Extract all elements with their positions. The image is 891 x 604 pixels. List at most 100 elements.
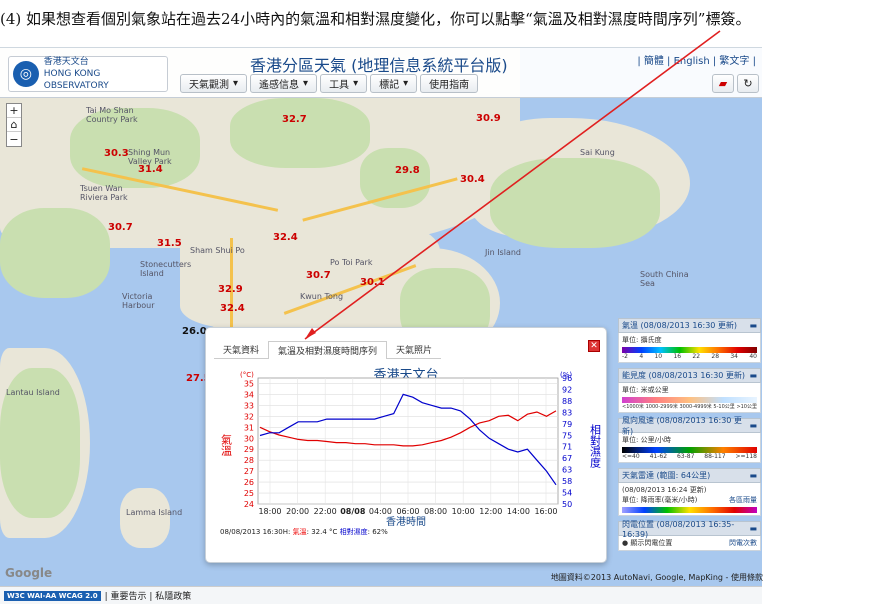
place-label: Po Toi Park [330, 258, 373, 267]
language-links[interactable]: | 簡體 | English | 繁文字 | [637, 52, 756, 67]
home-icon[interactable]: ⌂ [7, 118, 21, 132]
right-tick-label: 75 [562, 431, 572, 440]
menu-weather-obs[interactable]: 天氣觀測 ▾ [180, 74, 248, 93]
scale-tick-label: 34 [730, 353, 738, 360]
collapse-icon[interactable]: ▬ [749, 471, 757, 480]
right-unit-label: (%) [560, 371, 572, 379]
collapse-icon[interactable]: ▬ [749, 321, 757, 330]
tab-temp-rh-series[interactable]: 氣溫及相對濕度時間序列 [268, 341, 388, 359]
chevron-down-icon: ▾ [303, 78, 309, 89]
app-header: ◎ 香港天文台 HONG KONG OBSERVATORY 香港分區天氣 (地理… [0, 48, 762, 98]
x-tick-label: 06:00 [396, 507, 419, 516]
temp-label[interactable]: 32.9 [218, 284, 243, 295]
tab-weather-data[interactable]: 天氣資料 [214, 341, 269, 359]
close-icon[interactable]: ✕ [588, 340, 600, 352]
temp-label[interactable]: 30.9 [476, 113, 501, 124]
zoom-in-icon[interactable]: + [7, 104, 21, 118]
collapse-icon[interactable]: ▬ [749, 371, 757, 380]
x-tick-label: 20:00 [286, 507, 309, 516]
radar-color-scale [622, 507, 757, 513]
tab-weather-photos[interactable]: 天氣照片 [387, 341, 442, 359]
zoom-out-icon[interactable]: − [7, 132, 21, 146]
logo-cn-text: 香港天文台 [43, 57, 89, 67]
park-area-7 [360, 148, 430, 208]
refresh-button[interactable]: ↻ [737, 74, 759, 93]
place-label: Jin Island [485, 248, 521, 257]
temp-label[interactable]: 29.8 [395, 165, 420, 176]
temp-rh-chart: 香港天文台24252627282930313233343550545863677… [220, 368, 602, 528]
temp-label[interactable]: 30.7 [306, 270, 331, 281]
right-tick-label: 67 [562, 454, 572, 463]
legend-panel: 氣溫 (08/08/2013 16:30 更新) ▬ 單位: 攝氏度 -2 4 10 1… [618, 318, 761, 551]
left-unit-label: (°C) [240, 371, 254, 379]
temp-label[interactable]: 32.4 [220, 303, 245, 314]
left-tick-label: 29 [244, 445, 254, 454]
zoom-control: + ⌂ − [6, 103, 22, 147]
refresh-icon: ↻ [743, 77, 753, 90]
legend-unit: 單位: 降雨率(毫米/小時) [622, 496, 698, 504]
menu-markers[interactable]: 標記 ▾ [370, 74, 418, 93]
scale-tick-label: 63-87 [676, 453, 695, 460]
hko-logo-icon: ◎ [13, 61, 39, 87]
right-tick-label: 88 [562, 397, 572, 406]
scale-tick-label: 5-10公里 [713, 404, 735, 410]
left-tick-label: 33 [244, 401, 254, 410]
left-tick-label: 30 [244, 434, 254, 443]
left-tick-label: 24 [244, 500, 254, 509]
temp-label[interactable]: 30.7 [108, 222, 133, 233]
main-menu: 天氣觀測 ▾ 遙感信息 ▾ 工具 ▾ 標記 ▾ 使用指南 [180, 74, 479, 93]
temp-label[interactable]: 31.5 [157, 238, 182, 249]
temp-label[interactable]: 30.4 [460, 174, 485, 185]
menu-user-guide[interactable]: 使用指南 [420, 74, 479, 93]
district-rainfall-link[interactable]: 各區雨量 [729, 495, 757, 505]
eraser-icon: ▰ [718, 77, 728, 90]
collapse-icon[interactable]: ▬ [749, 524, 757, 533]
legend-title: 氣溫 (08/08/2013 16:30 更新) [622, 321, 738, 330]
scale-tick-label: 10 [654, 353, 663, 360]
clear-map-button[interactable]: ▰ [712, 74, 734, 93]
place-label: Tai Mo Shan Country Park [86, 106, 138, 124]
right-tick-label: 92 [562, 385, 572, 394]
legend-temp: 氣溫 (08/08/2013 16:30 更新) ▬ 單位: 攝氏度 -2 4 10 1… [618, 318, 761, 363]
right-tick-label: 71 [562, 443, 572, 452]
lightning-count-link[interactable]: 閃電次數 [729, 538, 757, 548]
map-copyright[interactable]: 地圖資料©2013 AutoNavi, Google, MapKing - 使用… [551, 572, 763, 583]
legend-unit: 單位: 公里/小時 [622, 436, 671, 444]
scale-tick-label: 3000-4999米 [679, 404, 712, 410]
logo-en-text: HONG KONG OBSERVATORY [43, 69, 109, 91]
scale-tick-label: 1000-2999米 [645, 404, 678, 410]
instruction-caption: (4) 如果想查看個別氣象站在過去24小時內的氣溫和相對濕度變化，你可以點擊“氣… [0, 10, 751, 28]
collapse-icon[interactable]: ▬ [749, 421, 757, 430]
x-tick-label: 16:00 [534, 507, 557, 516]
temp-label[interactable]: 30.3 [104, 148, 129, 159]
x-axis-label: 香港時間 [386, 516, 426, 528]
footer-links[interactable]: | 重要告示 | 私隱政策 [105, 589, 192, 602]
w3c-badge[interactable]: W3C WAI-AA WCAG 2.0 [4, 590, 101, 601]
temp-label[interactable]: 26.0 [182, 326, 207, 337]
hko-logo[interactable]: ◎ 香港天文台 HONG KONG OBSERVATORY [8, 56, 168, 92]
chevron-down-icon: ▾ [403, 78, 409, 89]
legend-unit: 單位: 米或公里 [622, 386, 669, 394]
menu-tools[interactable]: 工具 ▾ [320, 74, 368, 93]
right-tick-label: 83 [562, 408, 572, 417]
google-logo: Google [5, 566, 53, 580]
legend-unit: 單位: 攝氏度 [622, 336, 662, 344]
menu-remote-sensing[interactable]: 遙感信息 ▾ [250, 74, 318, 93]
temp-label[interactable]: 32.7 [282, 114, 307, 125]
reading-summary: 08/08/2013 16:30H: 氣溫: 32.4 °C 相對濕度: 62% [220, 527, 388, 537]
place-label: Tsuen Wan Riviera Park [80, 184, 128, 202]
scale-tick-label: 16 [673, 353, 682, 360]
reading-rh-label: 相對濕度 [339, 528, 368, 536]
x-tick-label: 08/08 [340, 507, 366, 516]
temp-label[interactable]: 32.4 [273, 232, 298, 243]
scale-tick-label: 22 [692, 353, 701, 360]
reading-temp-label: 氣溫 [292, 528, 307, 536]
scale-tick-label: 41-62 [649, 453, 668, 460]
park-area-4 [0, 208, 110, 298]
right-tick-label: 54 [562, 489, 572, 498]
temp-label[interactable]: 30.1 [360, 277, 385, 288]
place-label: Kwun Tong [300, 292, 344, 301]
reading-time: 08/08/2013 16:30H: [220, 528, 291, 536]
left-tick-label: 27 [244, 467, 254, 476]
left-tick-label: 32 [244, 412, 254, 421]
